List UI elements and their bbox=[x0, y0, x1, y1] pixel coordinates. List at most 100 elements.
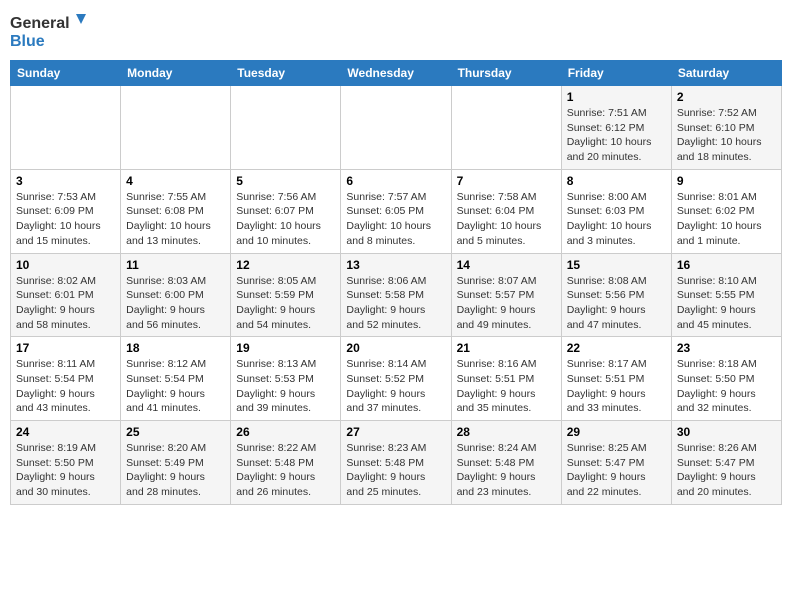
day-number: 26 bbox=[236, 425, 335, 439]
calendar-cell: 29Sunrise: 8:25 AM Sunset: 5:47 PM Dayli… bbox=[561, 421, 671, 505]
calendar-week-5: 24 Sunrise: 8:19 AM Sunset: 5:50 PM Dayli… bbox=[11, 421, 782, 505]
calendar-cell bbox=[451, 86, 561, 170]
calendar-week-1: 1 Sunrise: 7:51 AM Sunset: 6:12 PM Daylig… bbox=[11, 86, 782, 170]
day-number: 21 bbox=[457, 341, 556, 355]
day-number: 1 bbox=[567, 90, 666, 104]
calendar-cell: 20 Sunrise: 8:14 AM Sunset: 5:52 PM Dayli… bbox=[341, 337, 451, 421]
day-info: Sunrise: 8:13 AM Sunset: 5:53 PM Dayligh… bbox=[236, 357, 335, 416]
calendar-cell: 26 Sunrise: 8:22 AM Sunset: 5:48 PM Dayli… bbox=[231, 421, 341, 505]
day-info: Sunrise: 8:14 AM Sunset: 5:52 PM Dayligh… bbox=[346, 357, 445, 416]
day-number: 22 bbox=[567, 341, 666, 355]
calendar-cell bbox=[231, 86, 341, 170]
day-header-wednesday: Wednesday bbox=[341, 61, 451, 86]
day-number: 28 bbox=[457, 425, 556, 439]
day-info: Sunrise: 8:19 AM Sunset: 5:50 PM Dayligh… bbox=[16, 441, 115, 500]
day-info: Sunrise: 8:00 AM Sunset: 6:03 PM Dayligh… bbox=[567, 190, 666, 249]
day-number: 9 bbox=[677, 174, 776, 188]
day-info: Sunrise: 8:08 AM Sunset: 5:56 PM Dayligh… bbox=[567, 274, 666, 333]
day-number: 16 bbox=[677, 258, 776, 272]
day-info: Sunrise: 8:23 AM Sunset: 5:48 PM Dayligh… bbox=[346, 441, 445, 500]
calendar-cell: 7 Sunrise: 7:58 AM Sunset: 6:04 PM Daylig… bbox=[451, 169, 561, 253]
calendar-cell bbox=[11, 86, 121, 170]
day-info: Sunrise: 8:26 AM Sunset: 5:47 PM Dayligh… bbox=[677, 441, 776, 500]
day-info: Sunrise: 8:22 AM Sunset: 5:48 PM Dayligh… bbox=[236, 441, 335, 500]
calendar-cell: 4 Sunrise: 7:55 AM Sunset: 6:08 PM Daylig… bbox=[121, 169, 231, 253]
calendar-cell: 11 Sunrise: 8:03 AM Sunset: 6:00 PM Dayli… bbox=[121, 253, 231, 337]
day-header-friday: Friday bbox=[561, 61, 671, 86]
day-number: 13 bbox=[346, 258, 445, 272]
day-number: 11 bbox=[126, 258, 225, 272]
calendar-cell: 27 Sunrise: 8:23 AM Sunset: 5:48 PM Dayli… bbox=[341, 421, 451, 505]
calendar-cell: 3 Sunrise: 7:53 AM Sunset: 6:09 PM Daylig… bbox=[11, 169, 121, 253]
calendar-cell: 13Sunrise: 8:06 AM Sunset: 5:58 PM Dayli… bbox=[341, 253, 451, 337]
day-number: 6 bbox=[346, 174, 445, 188]
day-info: Sunrise: 8:24 AM Sunset: 5:48 PM Dayligh… bbox=[457, 441, 556, 500]
day-info: Sunrise: 8:18 AM Sunset: 5:50 PM Dayligh… bbox=[677, 357, 776, 416]
calendar-cell: 10 Sunrise: 8:02 AM Sunset: 6:01 PM Dayli… bbox=[11, 253, 121, 337]
day-info: Sunrise: 8:20 AM Sunset: 5:49 PM Dayligh… bbox=[126, 441, 225, 500]
day-header-thursday: Thursday bbox=[451, 61, 561, 86]
day-number: 15 bbox=[567, 258, 666, 272]
day-info: Sunrise: 7:56 AM Sunset: 6:07 PM Dayligh… bbox=[236, 190, 335, 249]
day-info: Sunrise: 7:57 AM Sunset: 6:05 PM Dayligh… bbox=[346, 190, 445, 249]
calendar-cell: 24 Sunrise: 8:19 AM Sunset: 5:50 PM Dayli… bbox=[11, 421, 121, 505]
page-header: GeneralBlue bbox=[10, 10, 782, 52]
day-info: Sunrise: 7:52 AM Sunset: 6:10 PM Dayligh… bbox=[677, 106, 776, 165]
calendar-cell: 16 Sunrise: 8:10 AM Sunset: 5:55 PM Dayli… bbox=[671, 253, 781, 337]
day-info: Sunrise: 7:51 AM Sunset: 6:12 PM Dayligh… bbox=[567, 106, 666, 165]
calendar-body: 1 Sunrise: 7:51 AM Sunset: 6:12 PM Daylig… bbox=[11, 86, 782, 505]
day-number: 2 bbox=[677, 90, 776, 104]
logo-svg: GeneralBlue bbox=[10, 10, 90, 52]
day-info: Sunrise: 7:55 AM Sunset: 6:08 PM Dayligh… bbox=[126, 190, 225, 249]
day-number: 17 bbox=[16, 341, 115, 355]
svg-text:Blue: Blue bbox=[10, 33, 45, 50]
day-info: Sunrise: 8:02 AM Sunset: 6:01 PM Dayligh… bbox=[16, 274, 115, 333]
day-number: 27 bbox=[346, 425, 445, 439]
day-number: 23 bbox=[677, 341, 776, 355]
day-number: 12 bbox=[236, 258, 335, 272]
day-number: 19 bbox=[236, 341, 335, 355]
day-info: Sunrise: 7:58 AM Sunset: 6:04 PM Dayligh… bbox=[457, 190, 556, 249]
day-header-saturday: Saturday bbox=[671, 61, 781, 86]
calendar-cell: 5 Sunrise: 7:56 AM Sunset: 6:07 PM Daylig… bbox=[231, 169, 341, 253]
day-number: 24 bbox=[16, 425, 115, 439]
day-info: Sunrise: 8:12 AM Sunset: 5:54 PM Dayligh… bbox=[126, 357, 225, 416]
day-number: 5 bbox=[236, 174, 335, 188]
calendar-week-4: 17 Sunrise: 8:11 AM Sunset: 5:54 PM Dayli… bbox=[11, 337, 782, 421]
day-info: Sunrise: 7:53 AM Sunset: 6:09 PM Dayligh… bbox=[16, 190, 115, 249]
day-number: 14 bbox=[457, 258, 556, 272]
day-number: 10 bbox=[16, 258, 115, 272]
day-info: Sunrise: 8:05 AM Sunset: 5:59 PM Dayligh… bbox=[236, 274, 335, 333]
calendar-cell: 22Sunrise: 8:17 AM Sunset: 5:51 PM Dayli… bbox=[561, 337, 671, 421]
calendar-cell: 25Sunrise: 8:20 AM Sunset: 5:49 PM Dayli… bbox=[121, 421, 231, 505]
day-info: Sunrise: 8:03 AM Sunset: 6:00 PM Dayligh… bbox=[126, 274, 225, 333]
calendar-cell: 18 Sunrise: 8:12 AM Sunset: 5:54 PM Dayli… bbox=[121, 337, 231, 421]
day-info: Sunrise: 8:16 AM Sunset: 5:51 PM Dayligh… bbox=[457, 357, 556, 416]
calendar-header-row: SundayMondayTuesdayWednesdayThursdayFrid… bbox=[11, 61, 782, 86]
day-info: Sunrise: 8:10 AM Sunset: 5:55 PM Dayligh… bbox=[677, 274, 776, 333]
day-number: 20 bbox=[346, 341, 445, 355]
calendar-cell: 19 Sunrise: 8:13 AM Sunset: 5:53 PM Dayli… bbox=[231, 337, 341, 421]
day-info: Sunrise: 8:11 AM Sunset: 5:54 PM Dayligh… bbox=[16, 357, 115, 416]
calendar-cell: 21 Sunrise: 8:16 AM Sunset: 5:51 PM Dayli… bbox=[451, 337, 561, 421]
day-number: 3 bbox=[16, 174, 115, 188]
day-number: 18 bbox=[126, 341, 225, 355]
calendar-table: SundayMondayTuesdayWednesdayThursdayFrid… bbox=[10, 60, 782, 505]
calendar-week-2: 3 Sunrise: 7:53 AM Sunset: 6:09 PM Daylig… bbox=[11, 169, 782, 253]
calendar-cell: 1 Sunrise: 7:51 AM Sunset: 6:12 PM Daylig… bbox=[561, 86, 671, 170]
calendar-cell: 12 Sunrise: 8:05 AM Sunset: 5:59 PM Dayli… bbox=[231, 253, 341, 337]
calendar-week-3: 10 Sunrise: 8:02 AM Sunset: 6:01 PM Dayli… bbox=[11, 253, 782, 337]
calendar-cell bbox=[121, 86, 231, 170]
day-number: 7 bbox=[457, 174, 556, 188]
day-number: 29 bbox=[567, 425, 666, 439]
svg-text:General: General bbox=[10, 15, 70, 32]
day-number: 4 bbox=[126, 174, 225, 188]
day-header-sunday: Sunday bbox=[11, 61, 121, 86]
calendar-cell bbox=[341, 86, 451, 170]
calendar-cell: 30Sunrise: 8:26 AM Sunset: 5:47 PM Dayli… bbox=[671, 421, 781, 505]
day-info: Sunrise: 8:01 AM Sunset: 6:02 PM Dayligh… bbox=[677, 190, 776, 249]
day-header-tuesday: Tuesday bbox=[231, 61, 341, 86]
calendar-cell: 8Sunrise: 8:00 AM Sunset: 6:03 PM Daylig… bbox=[561, 169, 671, 253]
calendar-cell: 15 Sunrise: 8:08 AM Sunset: 5:56 PM Dayli… bbox=[561, 253, 671, 337]
calendar-cell: 23 Sunrise: 8:18 AM Sunset: 5:50 PM Dayli… bbox=[671, 337, 781, 421]
